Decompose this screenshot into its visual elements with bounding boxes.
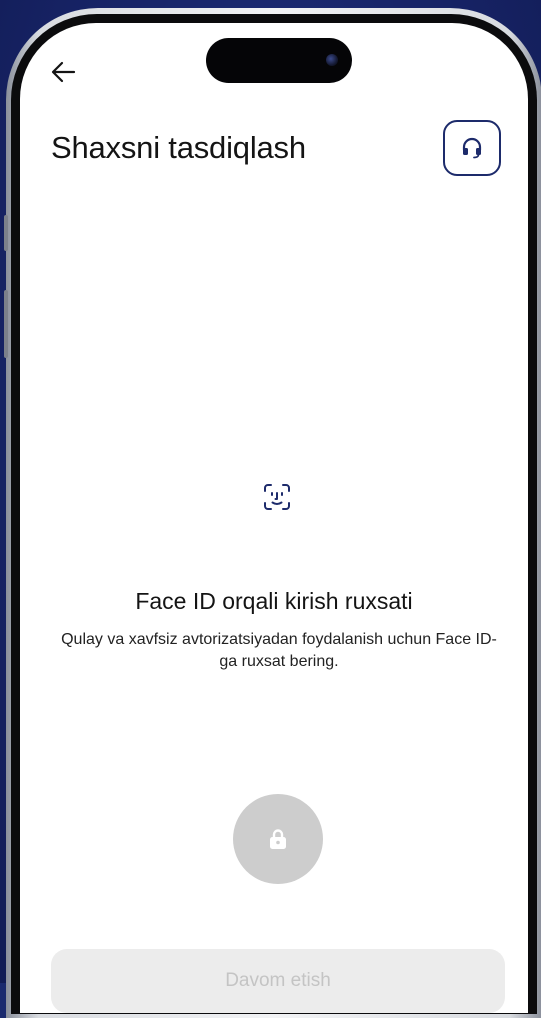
continue-button[interactable]: Davom etish [51, 949, 505, 1013]
camera-icon [326, 54, 338, 66]
support-button[interactable] [443, 120, 501, 176]
arrow-left-icon [51, 61, 76, 83]
dynamic-island [206, 38, 352, 83]
page-title: Shaxsni tasdiqlash [51, 130, 306, 165]
face-id-icon [264, 484, 290, 510]
headset-icon [462, 137, 482, 159]
side-button [4, 290, 8, 358]
side-button [4, 215, 8, 251]
lock-button[interactable] [233, 794, 323, 884]
lock-icon [270, 829, 286, 849]
faceid-description: Qulay va xavfsiz avtorizatsiyadan foydal… [61, 631, 497, 670]
faceid-headline: Face ID orqali kirish ruxsati [135, 588, 413, 614]
phone-screen: Shaxsni tasdiqlash Face ID orqali kirish… [20, 23, 528, 1013]
back-button[interactable] [48, 57, 84, 87]
